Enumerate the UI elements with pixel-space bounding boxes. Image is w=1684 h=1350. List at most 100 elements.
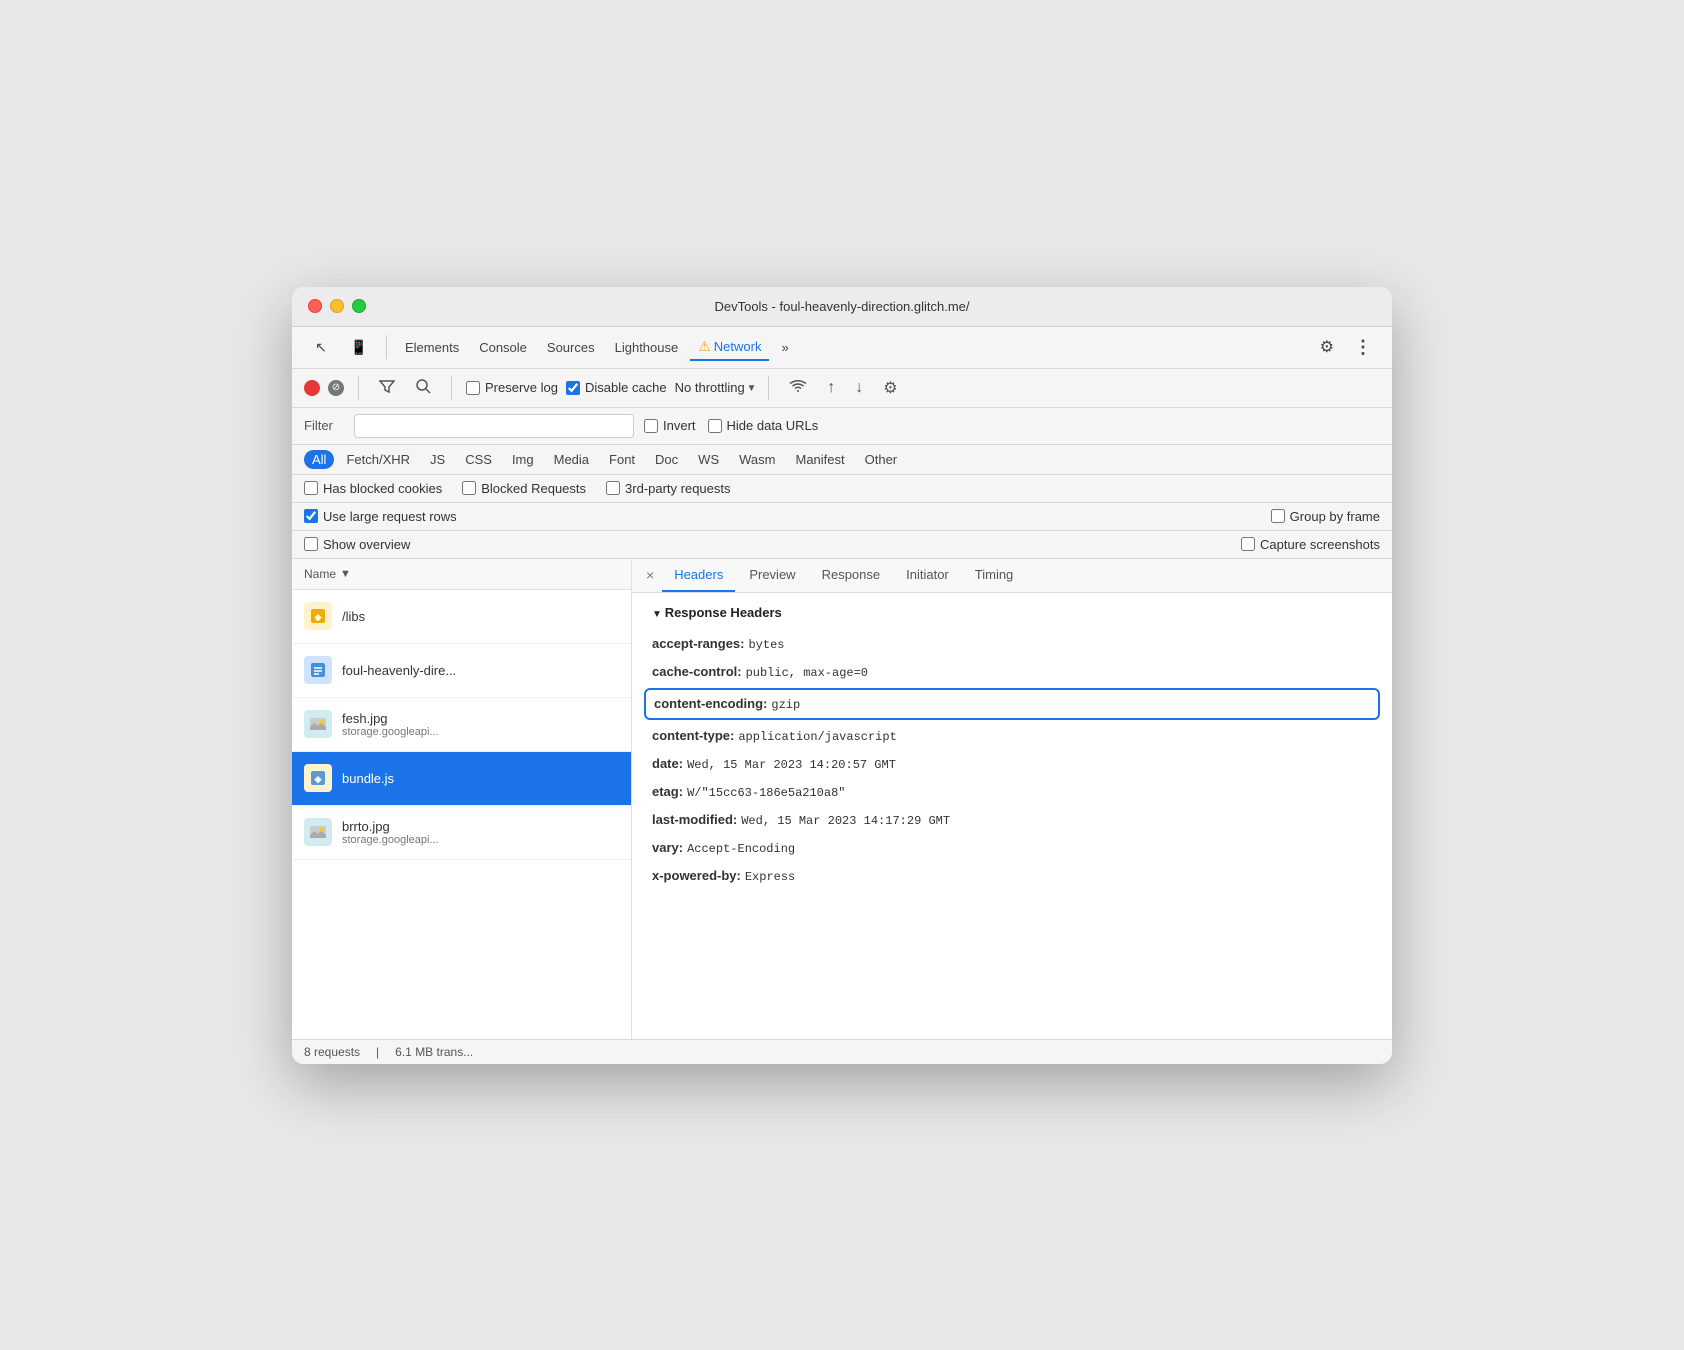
- minimize-button[interactable]: [330, 299, 344, 313]
- export-btn[interactable]: ↓: [849, 376, 869, 400]
- disable-cache-checkbox[interactable]: [566, 381, 580, 395]
- has-blocked-cookies-checkbox[interactable]: [304, 481, 318, 495]
- capture-screenshots-checkbox[interactable]: [1241, 537, 1255, 551]
- gear-btn[interactable]: ⚙: [1312, 333, 1342, 361]
- hide-data-urls-label[interactable]: Hide data URLs: [708, 418, 819, 433]
- ctrl-sep-2: [451, 376, 452, 400]
- controls-bar: ⊘ Preserve log Disable cache No throttli…: [292, 369, 1392, 408]
- header-value-cache-control: public, max-age=0: [746, 664, 868, 682]
- third-party-label[interactable]: 3rd-party requests: [606, 481, 731, 496]
- type-filter-manifest[interactable]: Manifest: [787, 450, 852, 469]
- block-btn[interactable]: ⊘: [328, 380, 344, 396]
- ctrl-sep-3: [768, 376, 769, 400]
- file-info-fesh-jpg: fesh.jpgstorage.googleapi...: [342, 711, 619, 738]
- file-info-brrto-jpg: brrto.jpgstorage.googleapi...: [342, 819, 619, 846]
- tab-preview[interactable]: Preview: [737, 559, 807, 592]
- network-conditions-btn[interactable]: [783, 376, 813, 399]
- file-name-libs: /libs: [342, 609, 619, 624]
- tab-console[interactable]: Console: [471, 336, 535, 359]
- type-filter-media[interactable]: Media: [546, 450, 597, 469]
- tab-timing[interactable]: Timing: [963, 559, 1026, 592]
- header-value-accept-ranges: bytes: [748, 636, 784, 654]
- file-list: Name ▼ ◈/libsfoul-heavenly-dire...fesh.j…: [292, 559, 632, 1039]
- preserve-log-label[interactable]: Preserve log: [466, 380, 558, 395]
- details-tabs: × Headers Preview Response Initiator Tim…: [632, 559, 1392, 593]
- capture-screenshots-label[interactable]: Capture screenshots: [1241, 537, 1380, 552]
- type-filter-font[interactable]: Font: [601, 450, 643, 469]
- header-row-x-powered-by: x-powered-by: Express: [652, 862, 1372, 890]
- file-name-fesh-jpg: fesh.jpg: [342, 711, 619, 726]
- more-btn[interactable]: ⋮: [1346, 333, 1380, 362]
- show-overview-label[interactable]: Show overview: [304, 537, 410, 552]
- ctrl-sep-1: [358, 376, 359, 400]
- filter-options: Invert Hide data URLs: [644, 418, 818, 433]
- header-row-accept-ranges: accept-ranges: bytes: [652, 630, 1372, 658]
- tab-initiator[interactable]: Initiator: [894, 559, 961, 592]
- tab-lighthouse[interactable]: Lighthouse: [607, 336, 687, 359]
- file-item-foul-dir[interactable]: foul-heavenly-dire...: [292, 644, 631, 698]
- header-value-x-powered-by: Express: [745, 868, 795, 886]
- requests-count: 8 requests: [304, 1045, 360, 1059]
- header-value-content-type: application/javascript: [738, 728, 896, 746]
- hide-data-urls-checkbox[interactable]: [708, 419, 722, 433]
- header-value-date: Wed, 15 Mar 2023 14:20:57 GMT: [687, 756, 896, 774]
- disable-cache-label[interactable]: Disable cache: [566, 380, 667, 395]
- filter-btn[interactable]: [373, 375, 401, 400]
- tab-network[interactable]: ⚠ Network: [690, 334, 769, 361]
- maximize-button[interactable]: [352, 299, 366, 313]
- header-row-etag: etag: W/"15cc63-186e5a210a8": [652, 778, 1372, 806]
- devtools-settings-btn[interactable]: ⚙: [877, 375, 903, 401]
- status-separator: |: [376, 1045, 379, 1059]
- header-row-date: date: Wed, 15 Mar 2023 14:20:57 GMT: [652, 750, 1372, 778]
- header-name-x-powered-by: x-powered-by:: [652, 866, 741, 886]
- preserve-log-checkbox[interactable]: [466, 381, 480, 395]
- device-icon: 📱: [350, 338, 368, 356]
- file-item-brrto-jpg[interactable]: brrto.jpgstorage.googleapi...: [292, 806, 631, 860]
- third-party-checkbox[interactable]: [606, 481, 620, 495]
- file-name-foul-dir: foul-heavenly-dire...: [342, 663, 619, 678]
- tab-response[interactable]: Response: [810, 559, 893, 592]
- type-filter-img[interactable]: Img: [504, 450, 542, 469]
- group-by-frame-checkbox[interactable]: [1271, 509, 1285, 523]
- type-filter-doc[interactable]: Doc: [647, 450, 686, 469]
- header-value-etag: W/"15cc63-186e5a210a8": [687, 784, 845, 802]
- header-value-last-modified: Wed, 15 Mar 2023 14:17:29 GMT: [741, 812, 950, 830]
- record-btn[interactable]: [304, 380, 320, 396]
- cursor-tool-btn[interactable]: ↖: [304, 334, 338, 360]
- blocked-requests-checkbox[interactable]: [462, 481, 476, 495]
- type-filter-wasm[interactable]: Wasm: [731, 450, 783, 469]
- headers-container: accept-ranges: bytescache-control: publi…: [652, 630, 1372, 890]
- use-large-rows-label[interactable]: Use large request rows: [304, 509, 457, 524]
- has-blocked-cookies-label[interactable]: Has blocked cookies: [304, 481, 442, 496]
- blocked-requests-label[interactable]: Blocked Requests: [462, 481, 586, 496]
- type-filter-ws[interactable]: WS: [690, 450, 727, 469]
- import-btn[interactable]: ↑: [821, 376, 841, 400]
- file-item-fesh-jpg[interactable]: fesh.jpgstorage.googleapi...: [292, 698, 631, 752]
- file-item-libs[interactable]: ◈/libs: [292, 590, 631, 644]
- type-filter-css[interactable]: CSS: [457, 450, 500, 469]
- close-button[interactable]: [308, 299, 322, 313]
- invert-label[interactable]: Invert: [644, 418, 696, 433]
- type-filter-fetch[interactable]: Fetch/XHR: [338, 450, 418, 469]
- show-overview-checkbox[interactable]: [304, 537, 318, 551]
- tab-headers[interactable]: Headers: [662, 559, 735, 592]
- filter-input[interactable]: [354, 414, 634, 438]
- type-filter-js[interactable]: JS: [422, 450, 453, 469]
- transferred-size: 6.1 MB trans...: [395, 1045, 473, 1059]
- device-toolbar-btn[interactable]: 📱: [342, 334, 376, 360]
- close-panel-btn[interactable]: ×: [640, 559, 660, 591]
- search-btn[interactable]: [409, 375, 437, 400]
- options-row-1: Use large request rows Group by frame: [292, 503, 1392, 531]
- type-filter-all[interactable]: All: [304, 450, 334, 469]
- type-filter-other[interactable]: Other: [857, 450, 906, 469]
- group-by-frame-label[interactable]: Group by frame: [1271, 509, 1380, 524]
- file-domain-fesh-jpg: storage.googleapi...: [342, 726, 619, 738]
- section-title-response[interactable]: Response Headers: [652, 605, 1372, 620]
- tab-sources[interactable]: Sources: [539, 336, 603, 359]
- use-large-rows-checkbox[interactable]: [304, 509, 318, 523]
- settings-icon: ⚙: [883, 378, 897, 398]
- file-item-bundle-js[interactable]: ◈bundle.js: [292, 752, 631, 806]
- tab-more[interactable]: »: [773, 336, 796, 359]
- tab-elements[interactable]: Elements: [397, 336, 467, 359]
- invert-checkbox[interactable]: [644, 419, 658, 433]
